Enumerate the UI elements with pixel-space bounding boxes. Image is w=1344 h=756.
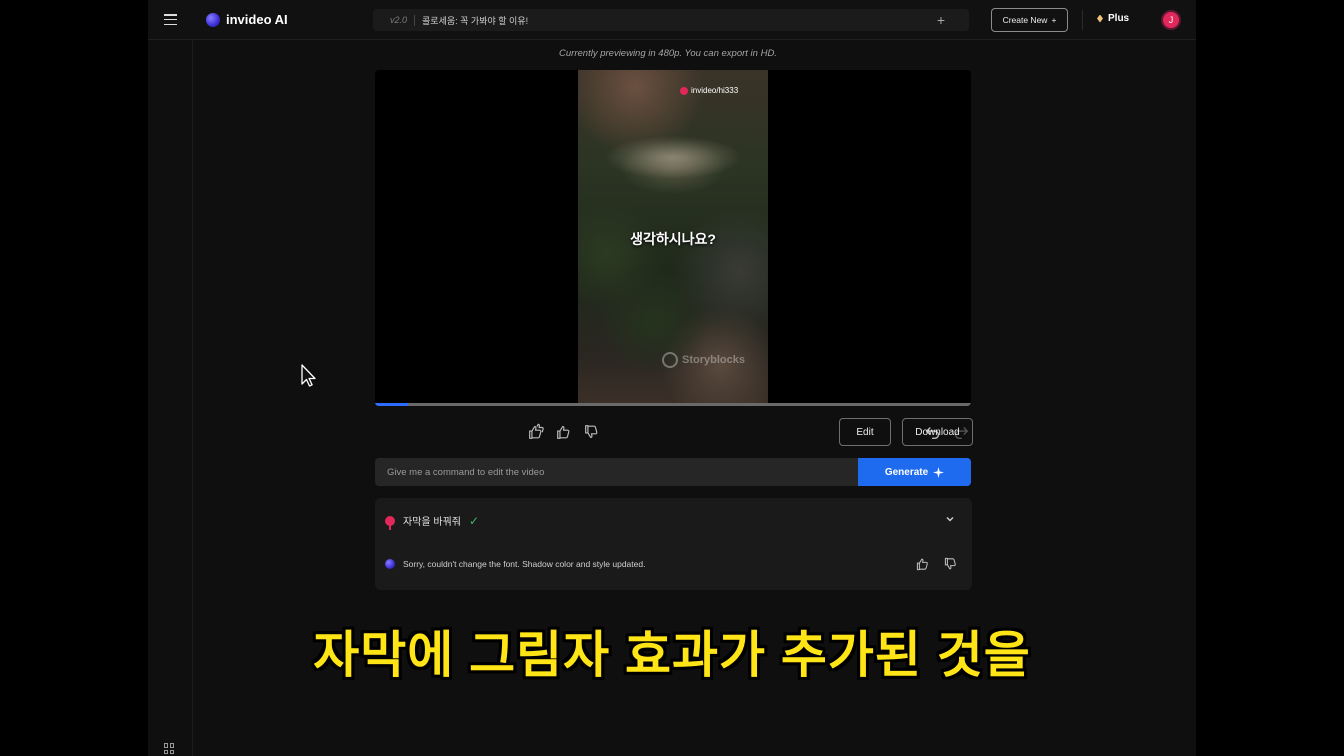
generate-button[interactable]: Generate	[858, 458, 971, 486]
user-command-row: 자막을 바꿔줘 ✓	[385, 513, 480, 530]
mouse-cursor-icon	[301, 364, 316, 387]
creator-watermark: invideo/hi333	[680, 86, 738, 95]
overlay-subtitle: 자막에 그림자 효과가 추가된 것을	[313, 627, 1031, 683]
video-progress-fill	[375, 403, 408, 406]
stock-watermark: Storyblocks	[662, 352, 745, 368]
video-player[interactable]: invideo/hi333 생각하시나요? Storyblocks	[375, 70, 971, 406]
version-label: v2.0	[390, 15, 408, 25]
top-bar: invideo AI v2.0 콜로세움: 꼭 가봐야 할 이유! + Crea…	[148, 0, 1196, 40]
check-icon: ✓	[468, 513, 480, 528]
project-title-bar[interactable]: v2.0 콜로세움: 꼭 가봐야 할 이유! +	[373, 9, 969, 31]
thumbs-down-icon[interactable]	[583, 423, 601, 441]
invideo-bot-icon	[385, 559, 395, 569]
creator-watermark-text: invideo/hi333	[691, 86, 739, 95]
download-button[interactable]: Download	[902, 418, 973, 446]
user-pin-icon	[385, 515, 395, 530]
plus-icon[interactable]: +	[937, 12, 945, 28]
edit-history-card: 자막을 바꿔줘 ✓ Sorry, couldn't change the fon…	[375, 498, 972, 590]
video-actions: Edit Download	[375, 418, 973, 446]
plan-label: Plus	[1108, 13, 1130, 24]
response-thumbs-up-icon[interactable]	[915, 556, 931, 572]
edit-button[interactable]: Edit	[839, 418, 891, 446]
video-frame: invideo/hi333 생각하시나요? Storyblocks	[578, 70, 768, 406]
logo[interactable]: invideo AI	[206, 12, 288, 27]
user-command-text: 자막을 바꿔줘	[403, 517, 461, 528]
diamond-icon	[1097, 14, 1103, 23]
avatar[interactable]: J	[1161, 10, 1181, 30]
video-progress-bar[interactable]	[375, 403, 971, 406]
ai-response-text: Sorry, couldn't change the font. Shadow …	[403, 559, 646, 569]
divider	[1082, 10, 1083, 30]
hamburger-menu-icon[interactable]	[164, 14, 177, 26]
project-title: 콜로세움: 꼭 가봐야 할 이유!	[422, 15, 529, 26]
thumbs-up-double-icon[interactable]	[527, 423, 545, 441]
command-input[interactable]	[375, 458, 858, 486]
plan-badge[interactable]: Plus	[1097, 13, 1129, 24]
thumbs-up-icon[interactable]	[555, 423, 573, 441]
storyblocks-logo-icon	[662, 352, 678, 368]
create-new-label: Create New	[1002, 15, 1048, 25]
sparkle-icon	[933, 466, 945, 478]
grid-icon[interactable]	[164, 743, 175, 754]
preview-note: Currently previewing in 480p. You can ex…	[559, 48, 777, 59]
create-new-button[interactable]: Create New +	[991, 8, 1068, 32]
generate-label: Generate	[884, 466, 929, 478]
stock-watermark-text: Storyblocks	[682, 354, 745, 366]
logo-icon	[206, 12, 220, 27]
ai-response-row: Sorry, couldn't change the font. Shadow …	[385, 559, 645, 569]
separator	[414, 14, 416, 26]
chevron-down-icon[interactable]	[943, 512, 957, 526]
response-thumbs-down-icon[interactable]	[943, 556, 959, 572]
video-caption: 생각하시나요?	[630, 231, 716, 247]
command-bar: Generate	[375, 458, 971, 486]
logo-text: invideo AI	[226, 12, 288, 27]
watermark-dot-icon	[680, 86, 688, 95]
plus-icon: +	[1051, 15, 1057, 25]
